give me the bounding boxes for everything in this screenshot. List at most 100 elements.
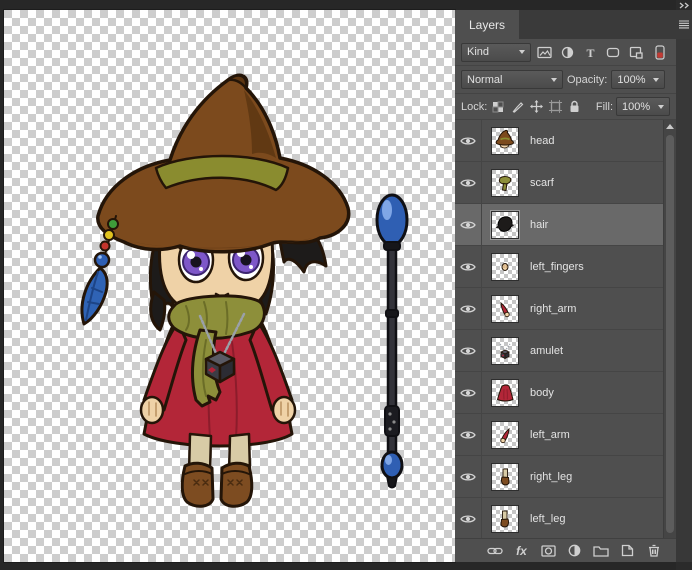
visibility-toggle[interactable] — [455, 498, 482, 538]
layer-thumbnail[interactable] — [491, 336, 519, 365]
adjustment-layers-filter-button[interactable] — [557, 43, 577, 62]
layer-effects-button[interactable]: fx — [512, 541, 532, 560]
new-group-button[interactable] — [591, 541, 611, 560]
add-layer-mask-button[interactable] — [538, 541, 558, 560]
layer-name: left_fingers — [530, 260, 584, 273]
layer-row-body[interactable]: body — [455, 372, 663, 414]
layer-thumbnail[interactable] — [491, 168, 519, 197]
staff-art — [375, 193, 409, 489]
visibility-toggle[interactable] — [455, 162, 482, 203]
layer-thumbnail[interactable] — [491, 504, 519, 533]
layer-name: left_leg — [530, 512, 566, 525]
eye-icon — [460, 179, 476, 186]
dock-strip-body — [676, 39, 692, 562]
eye-icon — [460, 347, 476, 354]
visibility-toggle[interactable] — [455, 204, 482, 245]
layer-row-amulet[interactable]: amulet — [455, 330, 663, 372]
layers-panel-footer: fx — [455, 538, 676, 562]
thumb-art-scarf — [498, 175, 512, 191]
panel-menu-icon — [679, 20, 689, 29]
visibility-toggle[interactable] — [455, 120, 482, 161]
shape-layers-filter-button[interactable] — [603, 43, 623, 62]
type-layers-filter-button[interactable]: T — [580, 43, 600, 62]
layer-name: body — [530, 386, 554, 399]
layer-name: scarf — [530, 176, 554, 189]
layer-thumbnail[interactable] — [491, 126, 519, 155]
trash-icon — [649, 544, 659, 557]
panel-dock-strip — [676, 0, 692, 570]
move-arrows-icon — [529, 100, 543, 113]
new-adjustment-layer-button[interactable] — [565, 541, 585, 560]
visibility-toggle[interactable] — [455, 246, 482, 287]
kind-filter-dropdown[interactable]: Kind — [461, 42, 531, 62]
opacity-value: 100% — [617, 73, 646, 86]
chevron-down-icon — [519, 50, 525, 54]
delete-layer-button[interactable] — [644, 541, 664, 560]
blend-mode-row: Normal Opacity: 100% — [455, 66, 676, 94]
panel-menu-button[interactable] — [676, 10, 692, 39]
layer-row-left-fingers[interactable]: left_fingers — [455, 246, 663, 288]
lock-position-button[interactable] — [528, 98, 544, 116]
link-icon — [487, 547, 503, 554]
layer-thumbnail[interactable] — [491, 420, 519, 449]
scroll-up-arrow[interactable] — [664, 120, 676, 133]
layer-thumbnail[interactable] — [491, 294, 519, 323]
layer-thumbnail[interactable] — [491, 252, 519, 281]
link-layers-button[interactable] — [485, 541, 505, 560]
thumb-art-left-fingers — [501, 262, 509, 271]
layer-row-right-leg[interactable]: right_leg — [455, 456, 663, 498]
eye-icon — [460, 515, 476, 522]
layer-thumbnail[interactable] — [491, 378, 519, 407]
visibility-toggle[interactable] — [455, 288, 482, 329]
canvas-artwork — [80, 73, 409, 508]
eye-icon — [460, 137, 476, 144]
lock-label: Lock: — [461, 100, 488, 113]
blend-mode-dropdown[interactable]: Normal — [461, 70, 563, 89]
fill-field[interactable]: 100% — [616, 97, 670, 116]
layer-row-left-arm[interactable]: left_arm — [455, 414, 663, 456]
layer-name: amulet — [530, 344, 564, 357]
visibility-toggle[interactable] — [455, 330, 482, 371]
layer-row-left-leg[interactable]: left_leg — [455, 498, 663, 538]
layer-thumbnail[interactable] — [491, 462, 519, 491]
tab-layers[interactable]: Layers — [455, 10, 520, 39]
tab-layers-label: Layers — [469, 17, 506, 32]
opacity-field[interactable]: 100% — [611, 70, 666, 89]
lock-image-pixels-button[interactable] — [509, 98, 525, 116]
svg-text:T: T — [586, 46, 594, 59]
visibility-toggle[interactable] — [455, 414, 482, 455]
layer-name: right_arm — [530, 302, 577, 315]
eye-icon — [460, 263, 476, 270]
eye-icon — [460, 431, 476, 438]
thumb-art-right-arm — [500, 301, 510, 317]
double-chevron-icon — [679, 2, 689, 9]
layer-row-head[interactable]: head — [455, 120, 663, 162]
collapse-panels-button[interactable] — [676, 1, 692, 10]
visibility-toggle[interactable] — [455, 456, 482, 497]
new-layer-button[interactable] — [618, 541, 638, 560]
eye-icon — [460, 473, 476, 480]
smart-objects-filter-button[interactable] — [626, 43, 646, 62]
layer-row-scarf[interactable]: scarf — [455, 162, 663, 204]
thumb-art-left-arm — [500, 427, 510, 443]
fill-label: Fill: — [595, 100, 613, 113]
eye-icon — [460, 389, 476, 396]
visibility-toggle[interactable] — [455, 372, 482, 413]
filtering-toggle-button[interactable] — [650, 43, 670, 62]
filter-row: Kind T — [455, 39, 676, 66]
layer-name: hair — [530, 218, 549, 231]
pixel-layers-icon — [536, 46, 552, 58]
document-canvas[interactable] — [3, 9, 456, 563]
lock-transparency-icon — [492, 101, 504, 112]
layer-thumbnail[interactable] — [490, 209, 520, 240]
eye-icon — [460, 305, 476, 312]
lock-transparent-pixels-button[interactable] — [490, 98, 506, 116]
filtering-toggle-icon — [655, 44, 665, 60]
layer-list-scrollbar[interactable] — [663, 120, 676, 538]
pixel-layers-filter-button[interactable] — [534, 43, 554, 62]
lock-all-button[interactable] — [566, 98, 582, 116]
layer-row-hair[interactable]: hair — [455, 204, 663, 246]
scrollbar-thumb[interactable] — [666, 135, 674, 533]
lock-artboard-nesting-button[interactable] — [547, 98, 563, 116]
layer-row-right-arm[interactable]: right_arm — [455, 288, 663, 330]
